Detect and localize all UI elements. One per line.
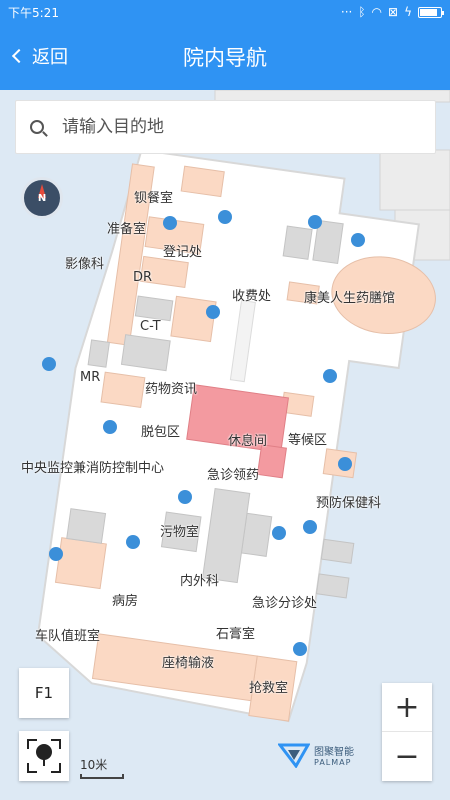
map-label-prep[interactable]: 准备室	[107, 218, 146, 237]
search-input[interactable]	[62, 117, 392, 137]
app-bar: 返回 院内导航	[0, 24, 450, 90]
map-label-prevention[interactable]: 预防保健科	[316, 492, 381, 511]
bluetooth-icon: ᛒ	[358, 5, 366, 19]
compass-icon: N	[37, 193, 47, 204]
map-label-ct[interactable]: C-T	[140, 319, 161, 334]
scale-bar	[80, 774, 124, 779]
map-label-rescue[interactable]: 抢救室	[249, 677, 288, 696]
zoom-out-button[interactable]: −	[382, 732, 432, 781]
map-label-ward[interactable]: 病房	[112, 590, 138, 609]
map-label-triage[interactable]: 急诊分诊处	[252, 592, 317, 611]
map-label-driver[interactable]: 车队值班室	[35, 625, 100, 644]
map-label-drug-info[interactable]: 药物资讯	[145, 378, 197, 397]
map-label-dr[interactable]: DR	[133, 270, 152, 285]
palmap-logo-icon	[278, 743, 310, 768]
map-label-internal[interactable]: 内外科	[180, 570, 219, 589]
brand-name-en: PALMAP	[314, 758, 352, 767]
battery-icon	[418, 6, 444, 18]
floor-selector-button[interactable]: F1	[19, 668, 69, 718]
map-label-registration[interactable]: 登记处	[163, 241, 202, 260]
brand-name-cn: 图聚智能	[314, 747, 354, 758]
scale-label: 10米	[80, 758, 108, 772]
signal-dots-icon: ···	[340, 5, 353, 19]
map-label-cashier[interactable]: 收费处	[232, 285, 271, 304]
status-time: 下午5:21	[8, 5, 59, 20]
page-title: 院内导航	[183, 46, 267, 70]
search-bar[interactable]	[15, 100, 436, 154]
zoom-in-button[interactable]: +	[382, 683, 432, 732]
map-label-wheelchair[interactable]: 座椅输液	[162, 652, 214, 671]
charging-icon: ϟ	[404, 5, 412, 19]
map-label-dining[interactable]: 钡餐室	[134, 187, 173, 206]
location-pin-icon	[36, 744, 52, 766]
search-icon	[30, 120, 44, 134]
map-label-er-pharmacy[interactable]: 急诊领药	[207, 464, 259, 483]
map-label-dirty[interactable]: 污物室	[160, 521, 199, 540]
sim-off-icon: ⊠	[388, 5, 399, 19]
locate-me-button[interactable]	[19, 731, 69, 781]
compass-button[interactable]: N	[21, 177, 63, 219]
map-label-rest[interactable]: 休息间	[228, 430, 267, 449]
brand-logo: 图聚智能 PALMAP	[278, 742, 354, 768]
map-label-waiting[interactable]: 等候区	[288, 429, 327, 448]
map-label-mr[interactable]: MR	[80, 370, 100, 385]
zoom-control: + −	[382, 683, 432, 781]
map-label-pharmacy-shop[interactable]: 康美人生药膳馆	[304, 287, 395, 306]
map-label-plaster[interactable]: 石膏室	[216, 623, 255, 642]
wifi-icon: ◠	[371, 5, 383, 19]
status-bar: 下午5:21 ··· ᛒ ◠ ⊠ ϟ	[0, 0, 450, 24]
map-label-imaging[interactable]: 影像科	[65, 253, 104, 272]
map-label-monitor[interactable]: 中央监控兼消防控制中心	[21, 457, 164, 476]
map-label-unpack[interactable]: 脱包区	[141, 421, 180, 440]
